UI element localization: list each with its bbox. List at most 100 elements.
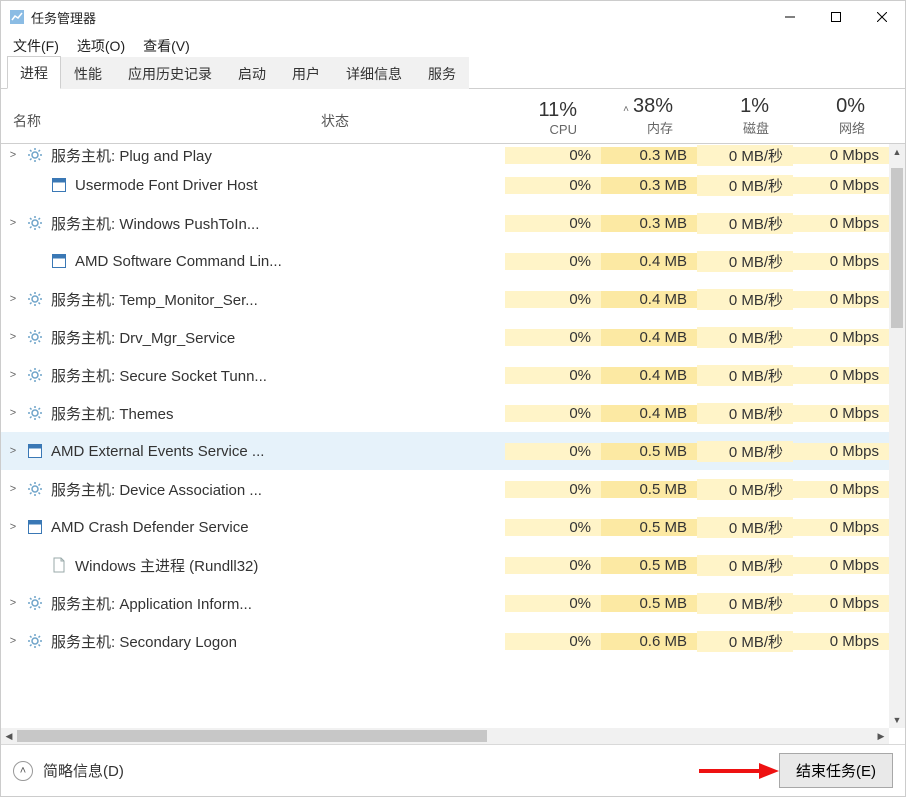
column-cpu[interactable]: 11% CPU xyxy=(491,89,587,143)
table-row[interactable]: >服务主机: Application Inform...0%0.5 MB0 MB… xyxy=(1,584,889,622)
cell-disk: 0 MB/秒 xyxy=(697,327,793,348)
table-row[interactable]: AMD Software Command Lin...0%0.4 MB0 MB/… xyxy=(1,242,889,280)
gear-icon xyxy=(25,405,45,421)
disk-total-pct: 1% xyxy=(683,95,769,118)
tab-performance[interactable]: 性能 xyxy=(61,57,115,89)
cell-net: 0 Mbps xyxy=(793,443,889,460)
cell-disk: 0 MB/秒 xyxy=(697,517,793,538)
gear-icon xyxy=(25,329,45,345)
process-name: Usermode Font Driver Host xyxy=(69,177,505,194)
vscroll-track[interactable] xyxy=(889,160,905,712)
cell-disk: 0 MB/秒 xyxy=(697,289,793,310)
table-row[interactable]: >AMD External Events Service ...0%0.5 MB… xyxy=(1,432,889,470)
cell-disk: 0 MB/秒 xyxy=(697,145,793,166)
expand-icon[interactable]: > xyxy=(1,483,25,495)
table-row[interactable]: >服务主机: Secure Socket Tunn...0%0.4 MB0 MB… xyxy=(1,356,889,394)
tab-services[interactable]: 服务 xyxy=(415,57,469,89)
expand-icon[interactable]: > xyxy=(1,445,25,457)
cell-net: 0 Mbps xyxy=(793,405,889,422)
expand-icon[interactable]: > xyxy=(1,217,25,229)
table-row[interactable]: >服务主机: Themes0%0.4 MB0 MB/秒0 Mbps xyxy=(1,394,889,432)
minimize-button[interactable] xyxy=(767,1,813,33)
column-status[interactable]: 状态 xyxy=(321,89,491,143)
end-task-button[interactable]: 结束任务(E) xyxy=(779,753,893,788)
cell-cpu: 0% xyxy=(505,633,601,650)
hscroll-thumb[interactable] xyxy=(17,730,487,742)
scroll-down-icon[interactable]: ▼ xyxy=(889,712,905,728)
app-icon xyxy=(25,443,45,459)
cell-mem: 0.6 MB xyxy=(601,633,697,650)
mem-total-pct: 38% xyxy=(633,95,673,117)
vscroll-thumb[interactable] xyxy=(891,168,903,328)
process-list-container: >服务主机: Plug and Play0%0.3 MB0 MB/秒0 Mbps… xyxy=(1,144,905,744)
gear-icon xyxy=(25,633,45,649)
expand-icon[interactable]: > xyxy=(1,635,25,647)
cell-cpu: 0% xyxy=(505,481,601,498)
hscroll-track[interactable] xyxy=(17,728,873,744)
menubar: 文件(F) 选项(O) 查看(V) xyxy=(1,33,905,59)
gear-icon xyxy=(25,595,45,611)
expand-icon[interactable]: > xyxy=(1,369,25,381)
scroll-left-icon[interactable]: ◀ xyxy=(1,728,17,744)
column-disk[interactable]: 1% 磁盘 xyxy=(683,89,779,143)
tab-users[interactable]: 用户 xyxy=(279,57,333,89)
table-row[interactable]: Usermode Font Driver Host0%0.3 MB0 MB/秒0… xyxy=(1,166,889,204)
scroll-up-icon[interactable]: ▲ xyxy=(889,144,905,160)
cell-disk: 0 MB/秒 xyxy=(697,555,793,576)
process-name: 服务主机: Secure Socket Tunn... xyxy=(45,365,505,386)
cell-disk: 0 MB/秒 xyxy=(697,479,793,500)
cell-mem: 0.4 MB xyxy=(601,367,697,384)
process-name: 服务主机: Drv_Mgr_Service xyxy=(45,327,505,348)
tab-processes[interactable]: 进程 xyxy=(7,56,61,89)
cell-cpu: 0% xyxy=(505,595,601,612)
maximize-button[interactable] xyxy=(813,1,859,33)
cell-cpu: 0% xyxy=(505,329,601,346)
column-network[interactable]: 0% 网络 xyxy=(779,89,875,143)
table-row[interactable]: Windows 主进程 (Rundll32)0%0.5 MB0 MB/秒0 Mb… xyxy=(1,546,889,584)
vertical-scrollbar[interactable]: ▲ ▼ xyxy=(889,144,905,728)
arrow-annotation-icon xyxy=(699,761,779,781)
cell-cpu: 0% xyxy=(505,443,601,460)
sort-ascending-icon: ˄ xyxy=(623,104,629,115)
expand-icon[interactable]: > xyxy=(1,597,25,609)
expand-icon[interactable]: > xyxy=(1,293,25,305)
cell-mem: 0.5 MB xyxy=(601,557,697,574)
expand-icon[interactable]: > xyxy=(1,407,25,419)
expand-icon[interactable]: > xyxy=(1,149,25,161)
process-name: AMD Software Command Lin... xyxy=(69,253,505,270)
process-name: 服务主机: Application Inform... xyxy=(45,593,505,614)
cell-net: 0 Mbps xyxy=(793,633,889,650)
table-row[interactable]: >服务主机: Secondary Logon0%0.6 MB0 MB/秒0 Mb… xyxy=(1,622,889,660)
tab-app-history[interactable]: 应用历史记录 xyxy=(115,57,225,89)
close-button[interactable] xyxy=(859,1,905,33)
tab-details[interactable]: 详细信息 xyxy=(333,57,415,89)
process-name: AMD External Events Service ... xyxy=(45,443,505,460)
process-name: 服务主机: Temp_Monitor_Ser... xyxy=(45,289,505,310)
cell-net: 0 Mbps xyxy=(793,481,889,498)
column-name[interactable]: 名称 xyxy=(1,89,321,143)
expand-icon[interactable]: > xyxy=(1,521,25,533)
menu-options[interactable]: 选项(O) xyxy=(77,36,125,56)
fewer-details-label: 简略信息(D) xyxy=(43,760,124,781)
process-name: 服务主机: Themes xyxy=(45,403,505,424)
cell-cpu: 0% xyxy=(505,147,601,164)
table-row[interactable]: >服务主机: Device Association ...0%0.5 MB0 M… xyxy=(1,470,889,508)
table-row[interactable]: >服务主机: Plug and Play0%0.3 MB0 MB/秒0 Mbps xyxy=(1,144,889,166)
cell-mem: 0.4 MB xyxy=(601,253,697,270)
table-row[interactable]: >服务主机: Temp_Monitor_Ser...0%0.4 MB0 MB/秒… xyxy=(1,280,889,318)
menu-file[interactable]: 文件(F) xyxy=(13,36,59,56)
menu-view[interactable]: 查看(V) xyxy=(143,36,190,56)
cell-cpu: 0% xyxy=(505,519,601,536)
fewer-details-button[interactable]: ˄ 简略信息(D) xyxy=(13,760,124,781)
horizontal-scrollbar[interactable]: ◀ ▶ xyxy=(1,728,889,744)
scroll-right-icon[interactable]: ▶ xyxy=(873,728,889,744)
cell-disk: 0 MB/秒 xyxy=(697,175,793,196)
tab-startup[interactable]: 启动 xyxy=(225,57,279,89)
table-row[interactable]: >AMD Crash Defender Service0%0.5 MB0 MB/… xyxy=(1,508,889,546)
net-total-pct: 0% xyxy=(779,95,865,118)
column-memory[interactable]: ˄38% 内存 xyxy=(587,89,683,143)
net-label: 网络 xyxy=(779,118,865,137)
table-row[interactable]: >服务主机: Drv_Mgr_Service0%0.4 MB0 MB/秒0 Mb… xyxy=(1,318,889,356)
expand-icon[interactable]: > xyxy=(1,331,25,343)
table-row[interactable]: >服务主机: Windows PushToIn...0%0.3 MB0 MB/秒… xyxy=(1,204,889,242)
